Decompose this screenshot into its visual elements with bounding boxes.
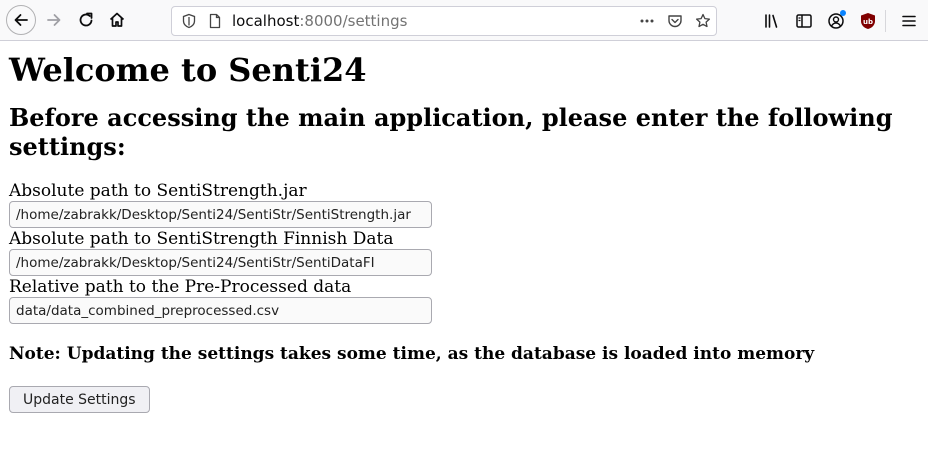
page-subtitle: Before accessing the main application, p…: [9, 103, 893, 161]
browser-toolbar: localhost:8000/settings ub: [0, 0, 928, 41]
url-host: localhost: [232, 12, 300, 30]
svg-text:ub: ub: [863, 18, 873, 26]
ublock-origin-icon[interactable]: ub: [859, 12, 877, 30]
settings-page: Welcome to Senti24 Before accessing the …: [9, 41, 919, 413]
hamburger-menu-icon[interactable]: [900, 12, 918, 30]
sentistrength-jar-input[interactable]: [9, 201, 432, 228]
address-bar[interactable]: localhost:8000/settings: [171, 6, 717, 36]
page-info-icon[interactable]: [207, 13, 223, 29]
settings-note: Note: Updating the settings takes some t…: [9, 344, 815, 364]
url-text[interactable]: localhost:8000/settings: [232, 12, 407, 30]
sentistrength-jar-label: Absolute path to SentiStrength.jar: [9, 181, 307, 201]
forward-button[interactable]: [39, 5, 69, 35]
bookmark-star-icon[interactable]: [695, 13, 711, 29]
pocket-icon[interactable]: [667, 13, 683, 29]
preprocessed-data-label: Relative path to the Pre-Processed data: [9, 277, 352, 297]
toolbar-divider: [885, 10, 886, 32]
shield-icon[interactable]: [181, 13, 197, 29]
home-button[interactable]: [102, 5, 132, 35]
arrow-left-icon: [14, 14, 28, 26]
finnish-data-label: Absolute path to SentiStrength Finnish D…: [9, 229, 394, 249]
home-icon: [109, 12, 125, 27]
finnish-data-input[interactable]: [9, 249, 432, 276]
back-button[interactable]: [6, 5, 36, 35]
update-settings-button[interactable]: Update Settings: [9, 386, 150, 413]
sidebar-icon[interactable]: [795, 12, 813, 30]
more-actions-icon[interactable]: [639, 13, 655, 29]
url-port-path: :8000/settings: [299, 12, 408, 30]
page-title: Welcome to Senti24: [9, 51, 367, 89]
library-icon[interactable]: [763, 12, 781, 30]
notification-badge: [840, 10, 846, 16]
reload-button[interactable]: [71, 5, 101, 35]
arrow-right-icon: [47, 14, 61, 26]
preprocessed-data-input[interactable]: [9, 297, 432, 324]
reload-icon: [79, 12, 93, 27]
